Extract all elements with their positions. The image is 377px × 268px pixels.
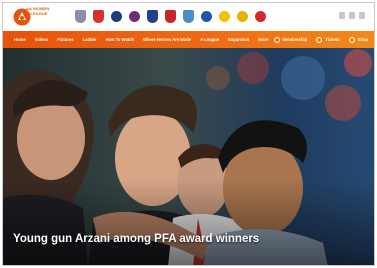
nav-item-a-league[interactable]: A-League xyxy=(200,37,219,42)
membership-label: Membership xyxy=(282,37,308,42)
nav-item-more[interactable]: More xyxy=(258,37,268,42)
club-crest-icon[interactable] xyxy=(111,11,122,22)
nav-item-ladder[interactable]: Ladder xyxy=(83,37,97,42)
logo-text: AA WOMEN A-LEAGUE xyxy=(26,6,49,16)
nav-actions: Membership Tickets Shop xyxy=(273,31,368,48)
club-crest-icon[interactable] xyxy=(75,10,86,23)
club-crest-icon[interactable] xyxy=(147,10,158,23)
hero-headline[interactable]: Young gun Arzani among PFA award winners xyxy=(13,232,263,246)
tickets-label: Tickets xyxy=(325,37,340,42)
facebook-icon[interactable] xyxy=(339,12,345,19)
nav-items: Home Videos Fixtures Ladder How To Watch… xyxy=(14,31,268,48)
main-nav: Home Videos Fixtures Ladder How To Watch… xyxy=(3,31,374,48)
logo-text-line2: A-LEAGUE xyxy=(26,10,48,16)
ticket-icon xyxy=(316,36,323,43)
instagram-icon[interactable] xyxy=(359,12,365,19)
club-crest-icon[interactable] xyxy=(219,11,230,22)
shop-icon xyxy=(348,36,355,43)
club-crest-icon[interactable] xyxy=(165,10,176,23)
hero-banner[interactable]: Young gun Arzani among PFA award winners xyxy=(3,48,374,265)
social-links xyxy=(339,12,365,19)
top-bar: AA WOMEN A-LEAGUE xyxy=(3,3,374,31)
nav-item-how-to-watch[interactable]: How To Watch xyxy=(106,37,134,42)
nav-item-expansion[interactable]: Expansion xyxy=(228,37,249,42)
membership-icon xyxy=(273,36,280,43)
club-crest-icon[interactable] xyxy=(129,11,140,22)
club-crests xyxy=(75,10,266,23)
nav-item-home[interactable]: Home xyxy=(14,37,26,42)
nav-item-fixtures[interactable]: Fixtures xyxy=(57,37,73,42)
club-crest-icon[interactable] xyxy=(183,10,194,23)
shop-button[interactable]: Shop xyxy=(348,36,368,43)
twitter-icon[interactable] xyxy=(349,12,355,19)
shop-label: Shop xyxy=(357,37,368,42)
club-crest-icon[interactable] xyxy=(93,10,104,23)
club-crest-icon[interactable] xyxy=(201,11,212,22)
club-crest-icon[interactable] xyxy=(255,11,266,22)
tickets-button[interactable]: Tickets xyxy=(316,36,340,43)
nav-item-videos[interactable]: Videos xyxy=(35,37,49,42)
nav-item-where-heroes[interactable]: Where Heroes Are Made xyxy=(143,37,191,42)
page-frame: AA WOMEN A-LEAGUE Home Videos Fixtures L… xyxy=(2,2,375,266)
membership-button[interactable]: Membership xyxy=(273,36,308,43)
club-crest-icon[interactable] xyxy=(237,11,248,22)
